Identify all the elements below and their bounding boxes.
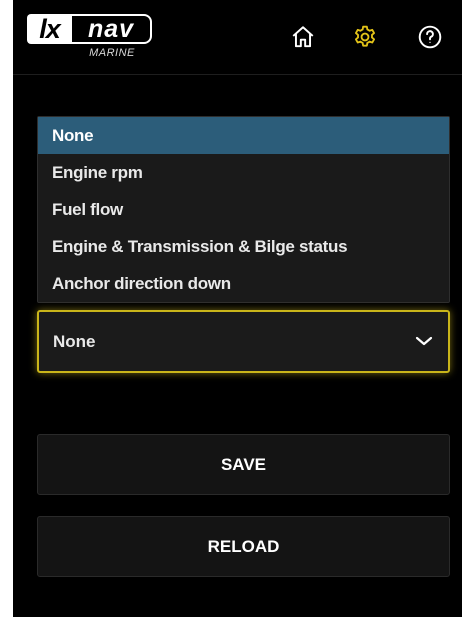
home-icon[interactable]	[290, 24, 316, 50]
dropdown-option-engine-transmission-bilge[interactable]: Engine & Transmission & Bilge status	[38, 228, 449, 265]
dropdown-option-anchor-direction-down[interactable]: Anchor direction down	[38, 265, 449, 302]
logo-nav-text: nav	[72, 14, 152, 44]
app-screen: lx nav MARINE None Engine rpm Fuel flow …	[13, 0, 462, 617]
gear-icon[interactable]	[352, 24, 378, 50]
dropdown-option-engine-rpm[interactable]: Engine rpm	[38, 154, 449, 191]
help-icon[interactable]	[417, 24, 443, 50]
dropdown-option-fuel-flow[interactable]: Fuel flow	[38, 191, 449, 228]
select-current-value: None	[53, 332, 96, 351]
save-button[interactable]: SAVE	[37, 434, 450, 495]
top-bar: lx nav MARINE	[13, 0, 462, 75]
logo-lx-text: lx	[27, 14, 72, 44]
data-source-select[interactable]: None	[37, 310, 450, 373]
dropdown-options-list: None Engine rpm Fuel flow Engine & Trans…	[37, 116, 450, 303]
reload-button[interactable]: RELOAD	[37, 516, 450, 577]
chevron-down-icon	[415, 336, 433, 346]
logo-marine-text: MARINE	[89, 47, 135, 59]
lxnav-marine-logo: lx nav MARINE	[27, 14, 167, 70]
dropdown-option-none[interactable]: None	[38, 117, 449, 154]
